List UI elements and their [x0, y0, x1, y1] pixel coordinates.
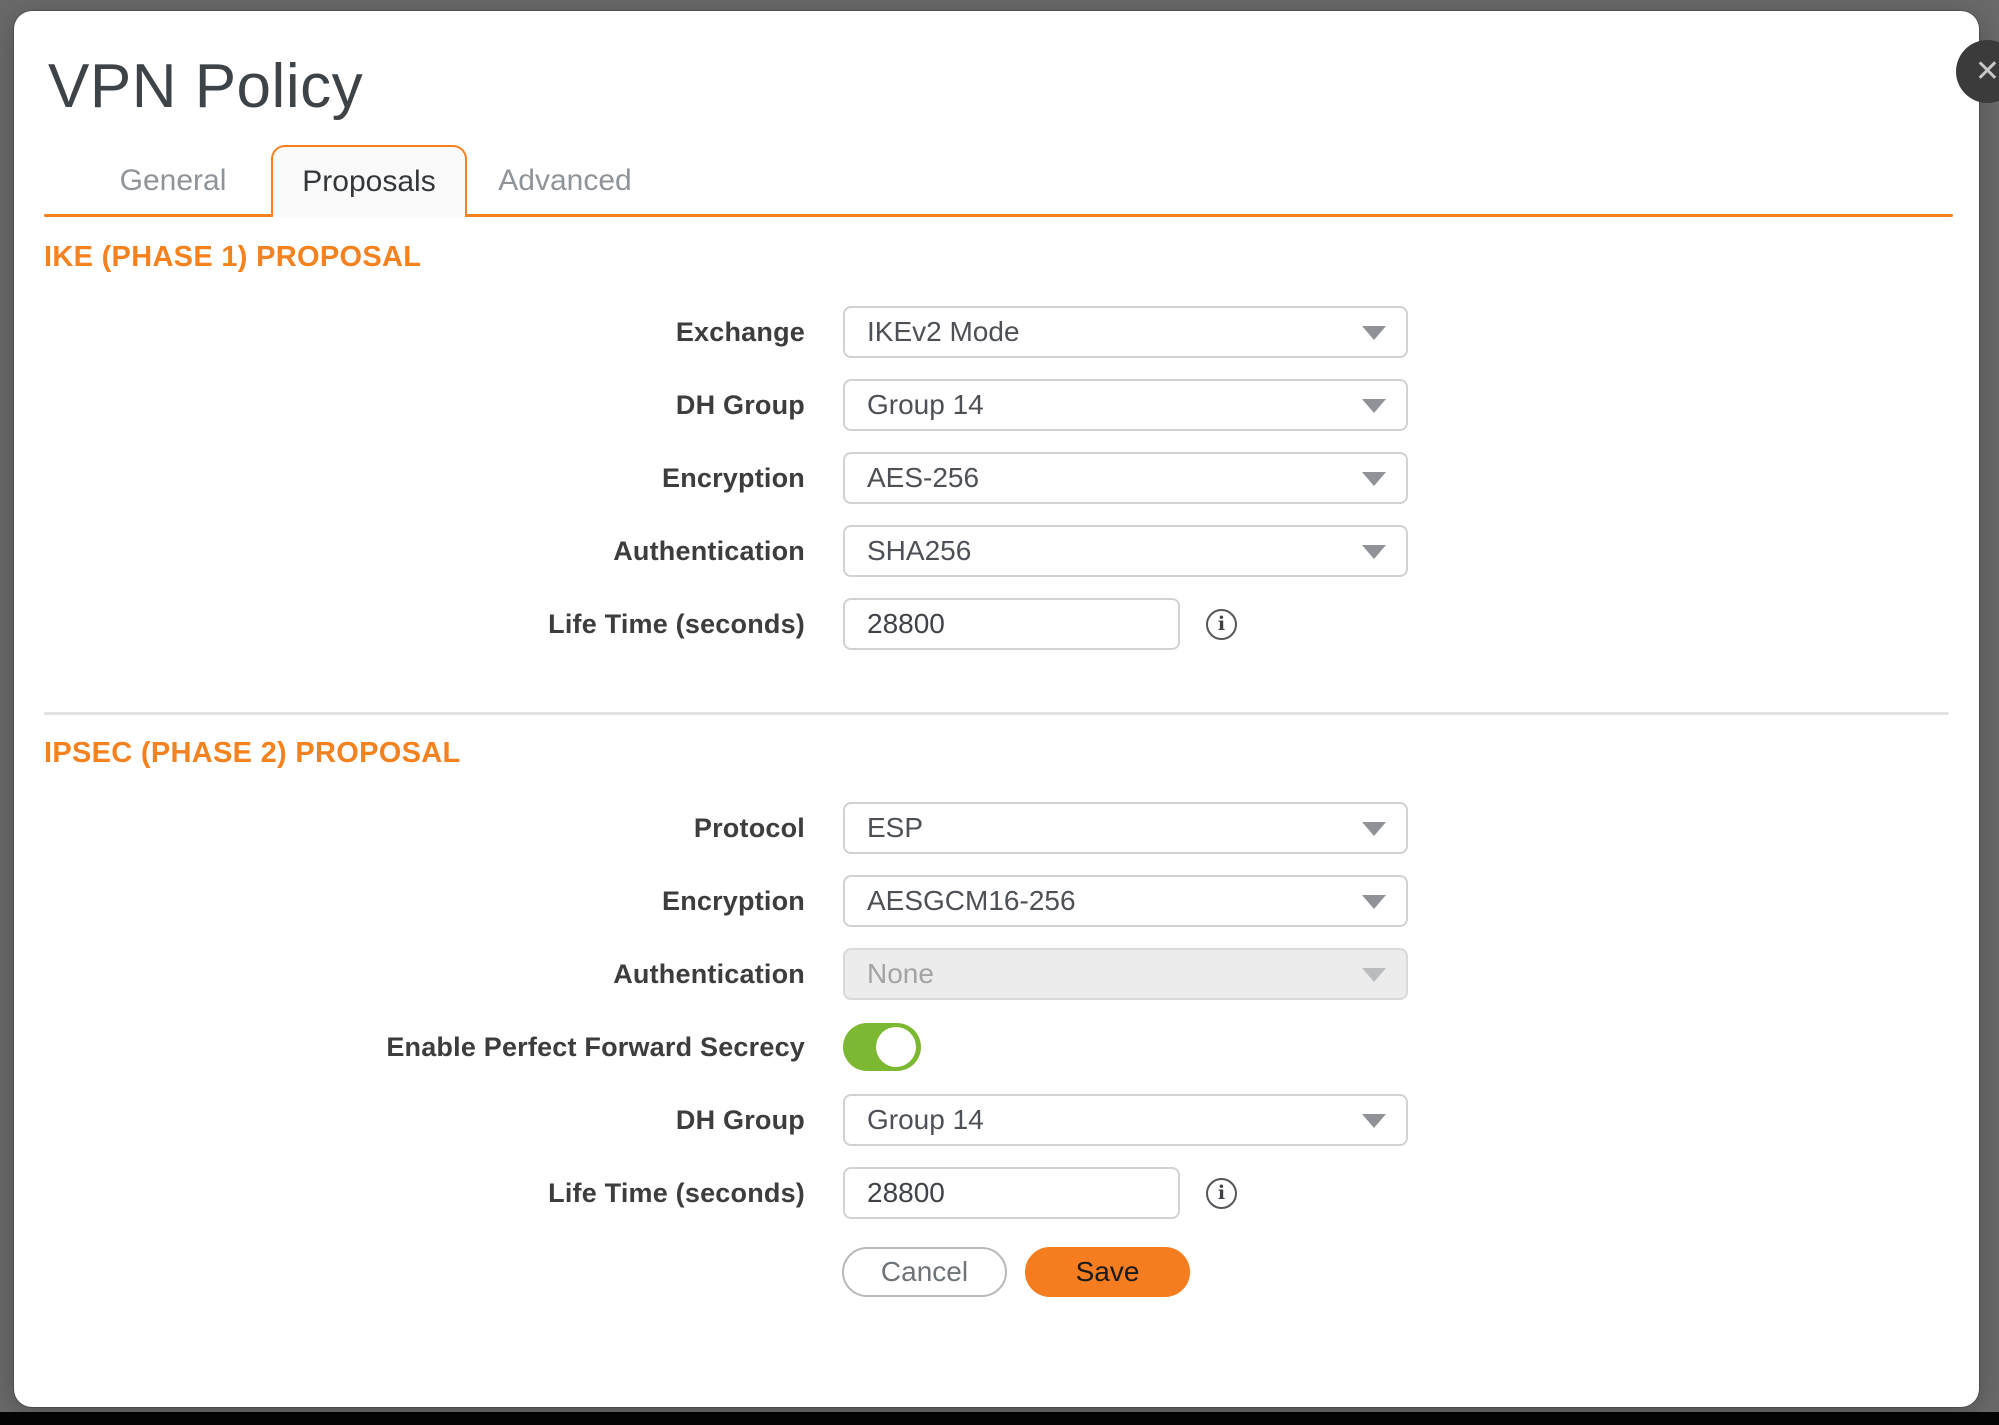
ike-life-time-input[interactable]: [843, 598, 1180, 650]
ipsec-life-time-label: Life Time (seconds): [44, 1178, 805, 1209]
ipsec-dh-group-value: Group 14: [867, 1104, 984, 1136]
info-icon-glyph: i: [1218, 615, 1225, 634]
tab-bar: General Proposals Advanced: [14, 145, 1979, 217]
ike-encryption-dropdown[interactable]: AES-256: [843, 452, 1408, 504]
ipsec-dh-group-row: DH Group Group 14: [44, 1094, 1949, 1146]
protocol-row: Protocol ESP: [44, 802, 1949, 854]
toggle-knob: [876, 1027, 916, 1067]
ike-life-time-row: Life Time (seconds) i: [44, 598, 1949, 650]
chevron-down-icon: [1362, 472, 1386, 486]
ike-life-time-label: Life Time (seconds): [44, 609, 805, 640]
ipsec-life-time-input[interactable]: [843, 1167, 1180, 1219]
ipsec-life-time-row: Life Time (seconds) i: [44, 1167, 1949, 1219]
ike-dh-group-dropdown[interactable]: Group 14: [843, 379, 1408, 431]
chevron-down-icon: [1362, 1114, 1386, 1128]
pfs-label: Enable Perfect Forward Secrecy: [44, 1032, 805, 1063]
close-icon: ✕: [1975, 54, 1999, 89]
ipsec-authentication-value: None: [867, 958, 934, 990]
exchange-row: Exchange IKEv2 Mode: [44, 306, 1949, 358]
chevron-down-icon: [1362, 545, 1386, 559]
ipsec-encryption-dropdown[interactable]: AESGCM16-256: [843, 875, 1408, 927]
exchange-dropdown[interactable]: IKEv2 Mode: [843, 306, 1408, 358]
exchange-value: IKEv2 Mode: [867, 316, 1020, 348]
ike-encryption-row: Encryption AES-256: [44, 452, 1949, 504]
ike-dh-group-label: DH Group: [44, 390, 805, 421]
tab-proposals[interactable]: Proposals: [271, 145, 467, 217]
dialog-actions: Cancel Save: [842, 1247, 1949, 1297]
chevron-down-icon: [1362, 399, 1386, 413]
ike-encryption-value: AES-256: [867, 462, 979, 494]
ipsec-authentication-row: Authentication None: [44, 948, 1949, 1000]
chevron-down-icon: [1362, 968, 1386, 982]
ipsec-encryption-value: AESGCM16-256: [867, 885, 1076, 917]
ike-dh-group-row: DH Group Group 14: [44, 379, 1949, 431]
ipsec-dh-group-label: DH Group: [44, 1105, 805, 1136]
info-icon[interactable]: i: [1206, 609, 1237, 640]
section-divider: [44, 712, 1949, 715]
ike-authentication-dropdown[interactable]: SHA256: [843, 525, 1408, 577]
page-title: VPN Policy: [48, 53, 1979, 121]
chevron-down-icon: [1362, 822, 1386, 836]
ipsec-authentication-dropdown-disabled: None: [843, 948, 1408, 1000]
ike-encryption-label: Encryption: [44, 463, 805, 494]
pfs-toggle-on[interactable]: [843, 1023, 921, 1071]
chevron-down-icon: [1362, 895, 1386, 909]
ipsec-encryption-row: Encryption AESGCM16-256: [44, 875, 1949, 927]
ike-authentication-row: Authentication SHA256: [44, 525, 1949, 577]
protocol-dropdown[interactable]: ESP: [843, 802, 1408, 854]
ike-authentication-label: Authentication: [44, 536, 805, 567]
ipsec-phase2-heading: IPSEC (PHASE 2) PROPOSAL: [44, 737, 1949, 770]
protocol-value: ESP: [867, 812, 923, 844]
protocol-label: Protocol: [44, 813, 805, 844]
cancel-button[interactable]: Cancel: [842, 1247, 1007, 1297]
exchange-label: Exchange: [44, 317, 805, 348]
ike-phase1-heading: IKE (PHASE 1) PROPOSAL: [44, 241, 1949, 274]
backdrop-bottom-strip: [0, 1412, 1999, 1425]
ike-dh-group-value: Group 14: [867, 389, 984, 421]
info-icon[interactable]: i: [1206, 1178, 1237, 1209]
ike-authentication-value: SHA256: [867, 535, 971, 567]
ipsec-dh-group-dropdown[interactable]: Group 14: [843, 1094, 1408, 1146]
save-button[interactable]: Save: [1025, 1247, 1190, 1297]
info-icon-glyph: i: [1218, 1184, 1225, 1203]
tab-general[interactable]: General: [75, 145, 271, 217]
ipsec-encryption-label: Encryption: [44, 886, 805, 917]
vpn-policy-dialog: VPN Policy General Proposals Advanced IK…: [14, 11, 1979, 1407]
pfs-row: Enable Perfect Forward Secrecy: [44, 1021, 1949, 1073]
proposals-tab-content: IKE (PHASE 1) PROPOSAL Exchange IKEv2 Mo…: [14, 241, 1979, 1297]
tab-advanced[interactable]: Advanced: [467, 145, 663, 217]
chevron-down-icon: [1362, 326, 1386, 340]
ipsec-authentication-label: Authentication: [44, 959, 805, 990]
